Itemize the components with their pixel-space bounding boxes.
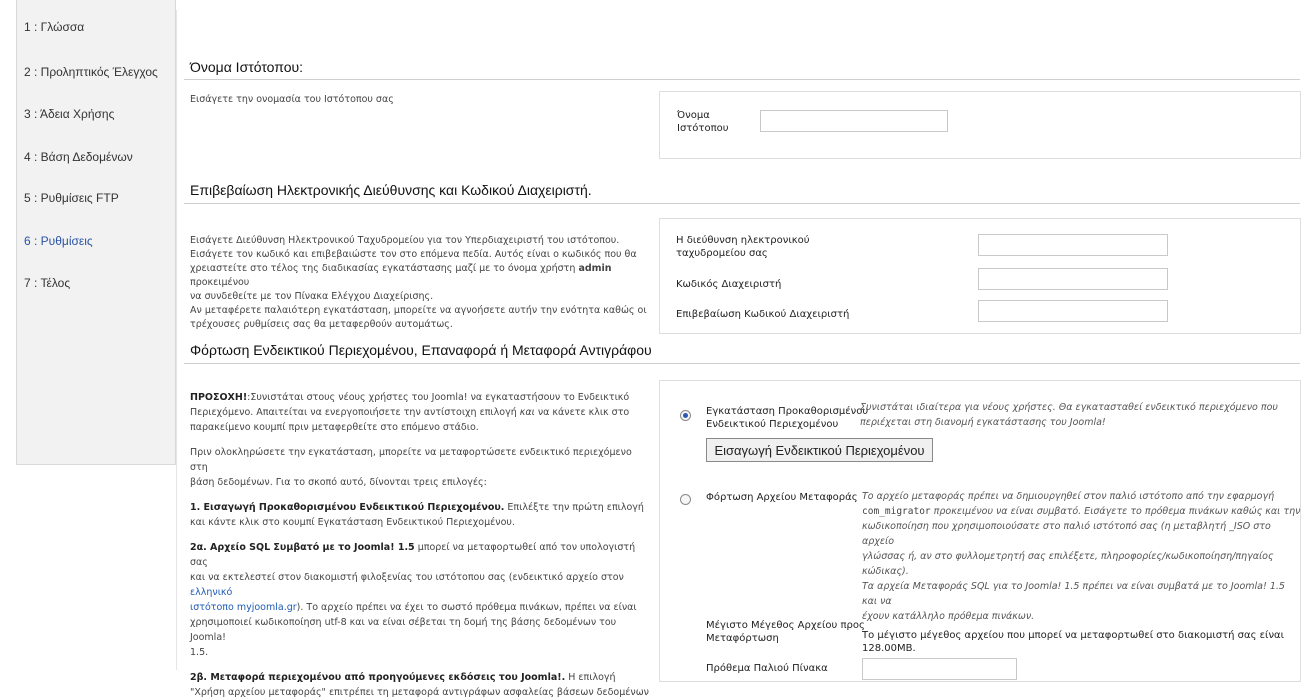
max-upload-label: Μέγιστο Μέγεθος Αρχείου προς Μεταφόρτωση	[706, 620, 865, 644]
site-name-label: Όνομα Ιστότοπου	[677, 110, 729, 134]
section-rule	[184, 363, 1300, 364]
step-license[interactable]: 3 : Άδεια Χρήσης	[24, 107, 114, 121]
install-sample-radio[interactable]	[680, 410, 691, 421]
steps-sidebar: 1 : Γλώσσα 2 : Προληπτικός Έλεγχος 3 : Ά…	[16, 0, 176, 465]
admin-email-input[interactable]	[978, 234, 1168, 256]
site-name-title: Όνομα Ιστότοπου:	[190, 59, 304, 75]
site-name-input[interactable]	[760, 110, 948, 132]
myjoomla-link[interactable]: ιστότοπο myjoomla.gr	[190, 602, 297, 613]
step-language[interactable]: 1 : Γλώσσα	[24, 20, 84, 34]
install-sample-button[interactable]: Εισαγωγή Ενδεικτικού Περιεχομένου	[706, 438, 933, 462]
admin-title: Επιβεβαίωση Ηλεκτρονικής Διεύθυνσης και …	[190, 182, 592, 198]
migrate-radio[interactable]	[680, 494, 691, 505]
admin-email-label: Η διεύθυνση ηλεκτρονικού ταχυδρομείου σα…	[676, 235, 810, 259]
section-rule	[184, 203, 1300, 204]
site-name-form	[659, 91, 1301, 159]
admin-confirm-label: Επιβεβαίωση Κωδικού Διαχειριστή	[676, 309, 850, 320]
greek-site-link[interactable]: ελληνικό	[190, 587, 232, 598]
max-upload-value: Το μέγιστο μέγεθος αρχείου που μπορεί να…	[862, 630, 1285, 654]
step-ftp[interactable]: 5 : Ρυθμίσεις FTP	[24, 191, 119, 205]
step-finish[interactable]: 7 : Τέλος	[24, 276, 70, 290]
step-database[interactable]: 4 : Βάση Δεδομένων	[24, 150, 133, 164]
section-rule	[184, 79, 1300, 80]
sample-title: Φόρτωση Ενδεικτικού Περιεχομένου, Επαναφ…	[190, 342, 652, 358]
old-prefix-label: Πρόθεμα Παλιού Πίνακα	[706, 663, 828, 674]
admin-description: Εισάγετε Διεύθυνση Ηλεκτρονικού Ταχυδρομ…	[190, 235, 647, 330]
install-sample-note: Συνιστάται ιδιαίτερα για νέους χρήστες. …	[860, 402, 1278, 428]
migrate-label: Φόρτωση Αρχείου Μεταφοράς	[706, 492, 858, 503]
admin-password-label: Κωδικός Διαχειριστή	[676, 279, 782, 290]
old-prefix-input[interactable]	[862, 658, 1017, 680]
site-name-description: Εισάγετε την ονομασία του Ιστότοπου σας	[190, 94, 394, 105]
admin-password-input[interactable]	[978, 268, 1168, 290]
admin-confirm-password-input[interactable]	[978, 300, 1168, 322]
step-configuration[interactable]: 6 : Ρυθμίσεις	[24, 234, 93, 248]
step-precheck[interactable]: 2 : Προληπτικός Έλεγχος	[24, 65, 158, 79]
sample-description: ΠΡΟΣΟΧΗ!:Συνιστάται στους νέους χρήστες …	[190, 392, 649, 698]
install-sample-label: Εγκατάσταση Προκαθορισμένου Ενδεικτικού …	[706, 406, 869, 430]
content-divider	[176, 10, 177, 670]
migrate-note: Το αρχείο μεταφοράς πρέπει να δημιουργηθ…	[862, 491, 1301, 622]
